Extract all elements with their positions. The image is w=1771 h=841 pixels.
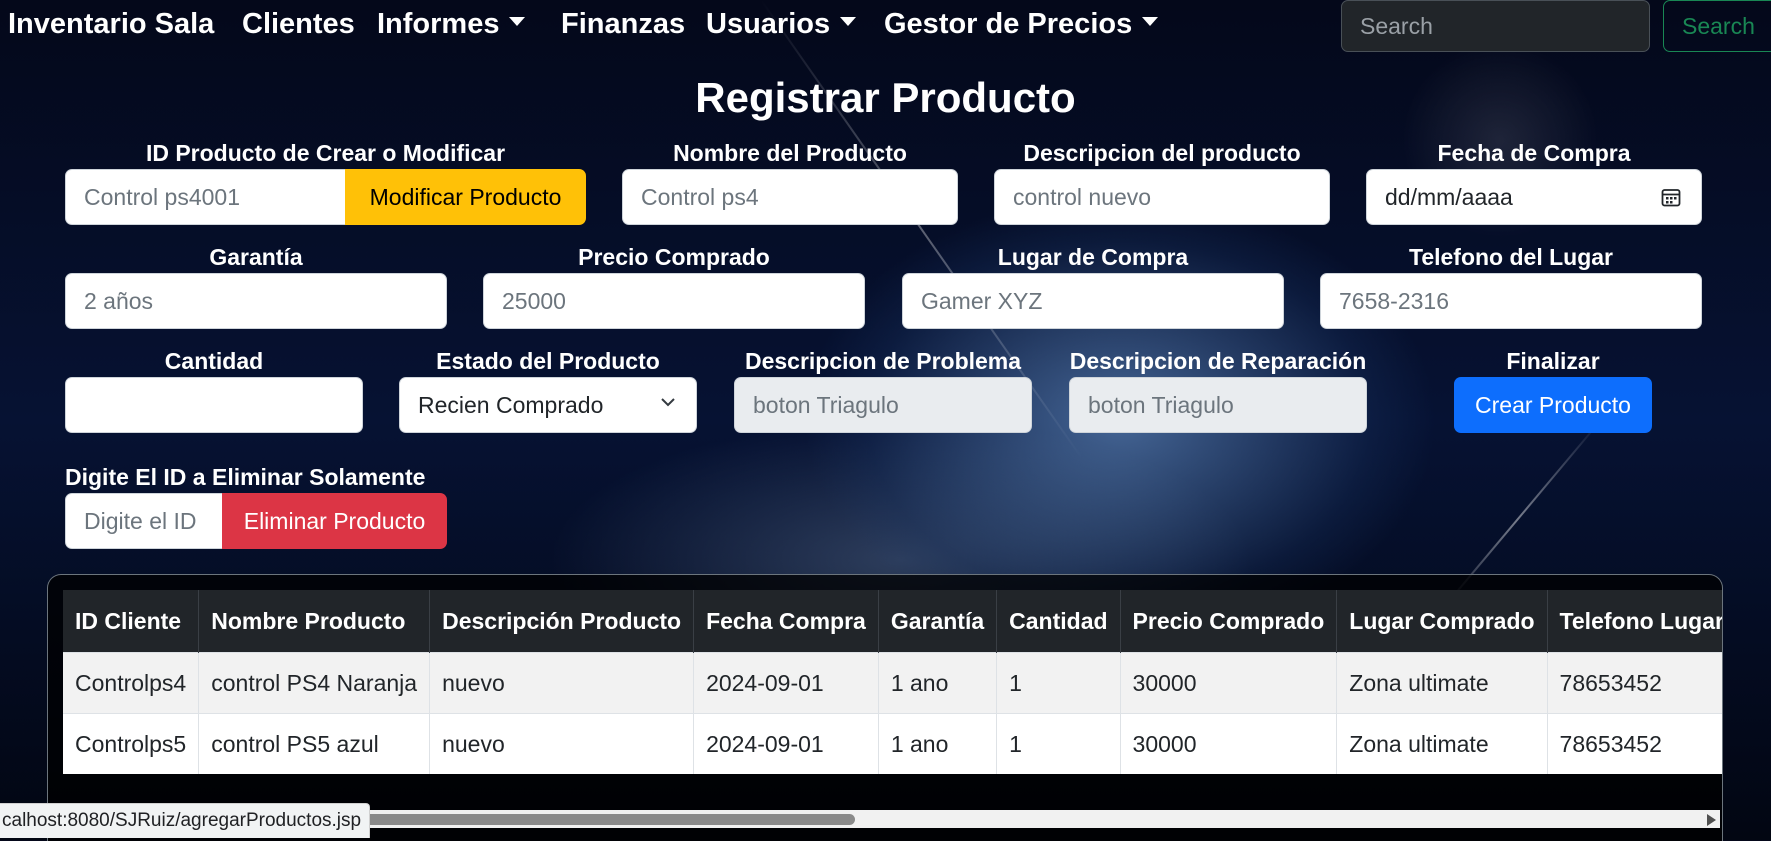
products-table: ID Cliente Nombre Producto Descripción P… [63,590,1722,774]
table-cell: 78653452 [1547,713,1722,774]
scrollbar-thumb[interactable] [335,814,855,825]
table-cell: 2024-09-01 [693,713,879,774]
garantia-label: Garantía [209,244,303,270]
column-header: Descripción Producto [429,590,695,653]
precio-comprado-label: Precio Comprado [578,244,770,270]
table-row[interactable]: Controlps5 control PS5 azul nuevo 2024-0… [63,713,1722,774]
table-cell: 30000 [1120,652,1338,714]
lugar-compra-input[interactable]: Gamer XYZ [902,273,1284,329]
table-row[interactable]: Controlps4 control PS4 Naranja nuevo 202… [63,652,1722,714]
table-cell: Zona ultimate [1336,713,1548,774]
caret-down-icon [840,16,857,26]
column-header: Cantidad [996,590,1121,653]
table-cell: 2024-09-01 [693,652,879,714]
navbar: Inventario Sala Clientes Informes Finanz… [0,0,1771,52]
table-cell: 1 ano [878,652,998,714]
table-cell: control PS5 azul [198,713,431,774]
column-header: Fecha Compra [693,590,879,653]
date-placeholder: dd/mm/aaaa [1385,184,1513,210]
crear-producto-button[interactable]: Crear Producto [1454,377,1652,433]
descripcion-producto-input[interactable]: control nuevo [994,169,1330,225]
table-cell: nuevo [429,713,695,774]
chevron-down-icon [661,398,675,407]
column-header: ID Cliente [63,590,200,653]
nav-usuarios-dropdown[interactable]: Usuarios [706,8,857,41]
id-producto-label: ID Producto de Crear o Modificar [145,140,506,166]
table-cell: Zona ultimate [1336,652,1548,714]
table-cell: Controlps5 [63,713,200,774]
search-input[interactable] [1341,0,1650,52]
nav-informes-dropdown[interactable]: Informes [377,8,526,41]
nav-finanzas[interactable]: Finanzas [561,8,685,41]
nombre-producto-input[interactable]: Control ps4 [622,169,958,225]
lugar-compra-label: Lugar de Compra [997,244,1189,270]
nav-clientes[interactable]: Clientes [242,8,355,41]
fecha-compra-label: Fecha de Compra [1437,140,1631,166]
descripcion-reparacion-label: Descripcion de Reparación [1069,348,1367,374]
caret-down-icon [1142,16,1159,26]
eliminar-label: Digite El ID a Eliminar Solamente [65,464,426,490]
telefono-lugar-label: Telefono del Lugar [1408,244,1614,270]
cantidad-label: Cantidad [164,348,264,374]
cantidad-input[interactable] [65,377,363,433]
table-cell: 1 ano [878,713,998,774]
descripcion-reparacion-input[interactable]: boton Triagulo [1069,377,1367,433]
precio-comprado-input[interactable]: 25000 [483,273,865,329]
finalizar-label: Finalizar [1506,348,1600,374]
garantia-input[interactable]: 2 años [65,273,447,329]
eliminar-id-input[interactable]: Digite el ID [65,493,223,549]
nav-item-label: Inventario Sala [8,8,215,40]
nombre-producto-label: Nombre del Producto [673,140,907,166]
fecha-compra-input[interactable]: dd/mm/aaaa [1366,169,1702,225]
nav-item-label: Finanzas [561,8,686,40]
nav-item-label: Gestor de Precios [884,8,1133,40]
estado-producto-label: Estado del Producto [436,348,660,374]
descripcion-problema-label: Descripcion de Problema [744,348,1022,374]
products-table-container: ID Cliente Nombre Producto Descripción P… [47,574,1723,841]
column-header: Lugar Comprado [1336,590,1548,653]
products-table-viewport: ID Cliente Nombre Producto Descripción P… [63,590,1722,774]
nav-item-label: Usuarios [706,8,831,40]
status-bar-url: calhost:8080/SJRuiz/agregarProductos.jsp [0,803,371,838]
column-header: Telefono Lugar [1547,590,1722,653]
table-cell: 1 [996,652,1121,714]
calendar-icon[interactable] [1661,187,1681,207]
modificar-producto-button[interactable]: Modificar Producto [345,169,586,225]
table-header-row: ID Cliente Nombre Producto Descripción P… [63,590,1722,653]
table-cell: 30000 [1120,713,1338,774]
scroll-right-arrow-icon[interactable] [1707,814,1716,826]
estado-selected-value: Recien Comprado [418,392,604,418]
table-cell: Controlps4 [63,652,200,714]
descripcion-problema-input[interactable]: boton Triagulo [734,377,1032,433]
table-cell: 1 [996,713,1121,774]
column-header: Nombre Producto [198,590,431,653]
search-button[interactable]: Search [1663,0,1771,52]
column-header: Garantía [878,590,998,653]
table-cell: control PS4 Naranja [198,652,431,714]
column-header: Precio Comprado [1120,590,1338,653]
table-cell: 78653452 [1547,652,1722,714]
caret-down-icon [509,16,526,26]
nav-item-label: Informes [377,8,500,40]
eliminar-producto-button[interactable]: Eliminar Producto [222,493,447,549]
nav-item-label: Clientes [242,8,355,40]
descripcion-producto-label: Descripcion del producto [1023,140,1301,166]
nav-gestor-precios-dropdown[interactable]: Gestor de Precios [884,8,1159,41]
telefono-lugar-input[interactable]: 7658-2316 [1320,273,1702,329]
page-title: Registrar Producto [695,74,1076,121]
id-producto-input[interactable]: Control ps4001 [65,169,346,225]
estado-producto-select[interactable]: Recien Comprado [399,377,697,433]
nav-inventario-sala[interactable]: Inventario Sala [8,8,214,41]
table-cell: nuevo [429,652,695,714]
